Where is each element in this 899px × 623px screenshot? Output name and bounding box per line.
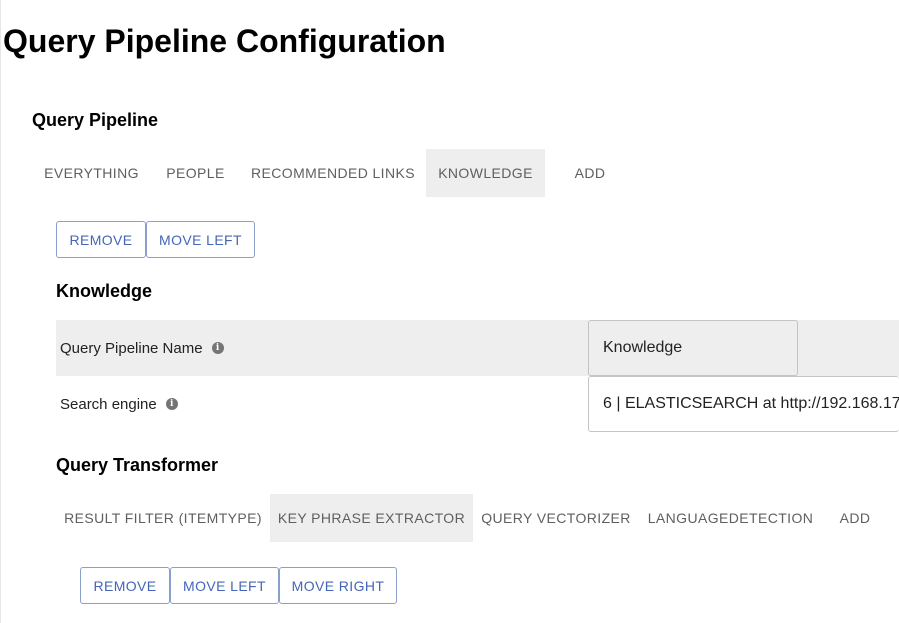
knowledge-heading: Knowledge bbox=[56, 281, 153, 301]
move-right-transformer-button[interactable]: MOVE RIGHT bbox=[279, 567, 397, 604]
pipeline-name-input[interactable]: Knowledge bbox=[588, 320, 798, 376]
tab-result-filter[interactable]: RESULT FILTER (ITEMTYPE) bbox=[56, 494, 270, 542]
search-engine-label-wrap: Search engine i bbox=[60, 376, 178, 432]
tab-query-vectorizer[interactable]: QUERY VECTORIZER bbox=[473, 494, 639, 542]
tab-people[interactable]: PEOPLE bbox=[151, 149, 240, 197]
tab-recommended-links[interactable]: RECOMMENDED LINKS bbox=[240, 149, 426, 197]
remove-pipeline-button[interactable]: REMOVE bbox=[56, 221, 146, 258]
pipeline-actions: REMOVE MOVE LEFT bbox=[56, 221, 255, 258]
tab-add-transformer[interactable]: ADD bbox=[822, 494, 888, 542]
pipeline-tabs: EVERYTHING PEOPLE RECOMMENDED LINKS KNOW… bbox=[32, 149, 635, 197]
transformer-actions: REMOVE MOVE LEFT MOVE RIGHT bbox=[80, 567, 397, 604]
tab-languagedetection[interactable]: LANGUAGEDETECTION bbox=[639, 494, 822, 542]
left-edge-divider bbox=[0, 0, 1, 623]
tab-add-pipeline[interactable]: ADD bbox=[545, 149, 635, 197]
transformer-tabs: RESULT FILTER (ITEMTYPE) KEY PHRASE EXTR… bbox=[56, 494, 888, 542]
remove-transformer-button[interactable]: REMOVE bbox=[80, 567, 170, 604]
info-icon[interactable]: i bbox=[211, 342, 224, 354]
move-left-transformer-button[interactable]: MOVE LEFT bbox=[170, 567, 279, 604]
pipeline-name-label: Query Pipeline Name bbox=[60, 339, 203, 357]
search-engine-label: Search engine bbox=[60, 395, 157, 413]
tab-knowledge[interactable]: KNOWLEDGE bbox=[426, 149, 545, 197]
info-icon[interactable]: i bbox=[165, 398, 178, 410]
query-transformer-heading: Query Transformer bbox=[56, 455, 219, 475]
pipeline-name-label-wrap: Query Pipeline Name i bbox=[60, 320, 224, 376]
tab-everything[interactable]: EVERYTHING bbox=[32, 149, 151, 197]
tab-key-phrase-extractor[interactable]: KEY PHRASE EXTRACTOR bbox=[270, 494, 473, 542]
search-engine-select[interactable]: 6 | ELASTICSEARCH at http://192.168.178 bbox=[588, 376, 899, 432]
move-left-pipeline-button[interactable]: MOVE LEFT bbox=[146, 221, 255, 258]
query-pipeline-heading: Query Pipeline bbox=[32, 110, 159, 130]
page-title: Query Pipeline Configuration bbox=[3, 23, 446, 59]
